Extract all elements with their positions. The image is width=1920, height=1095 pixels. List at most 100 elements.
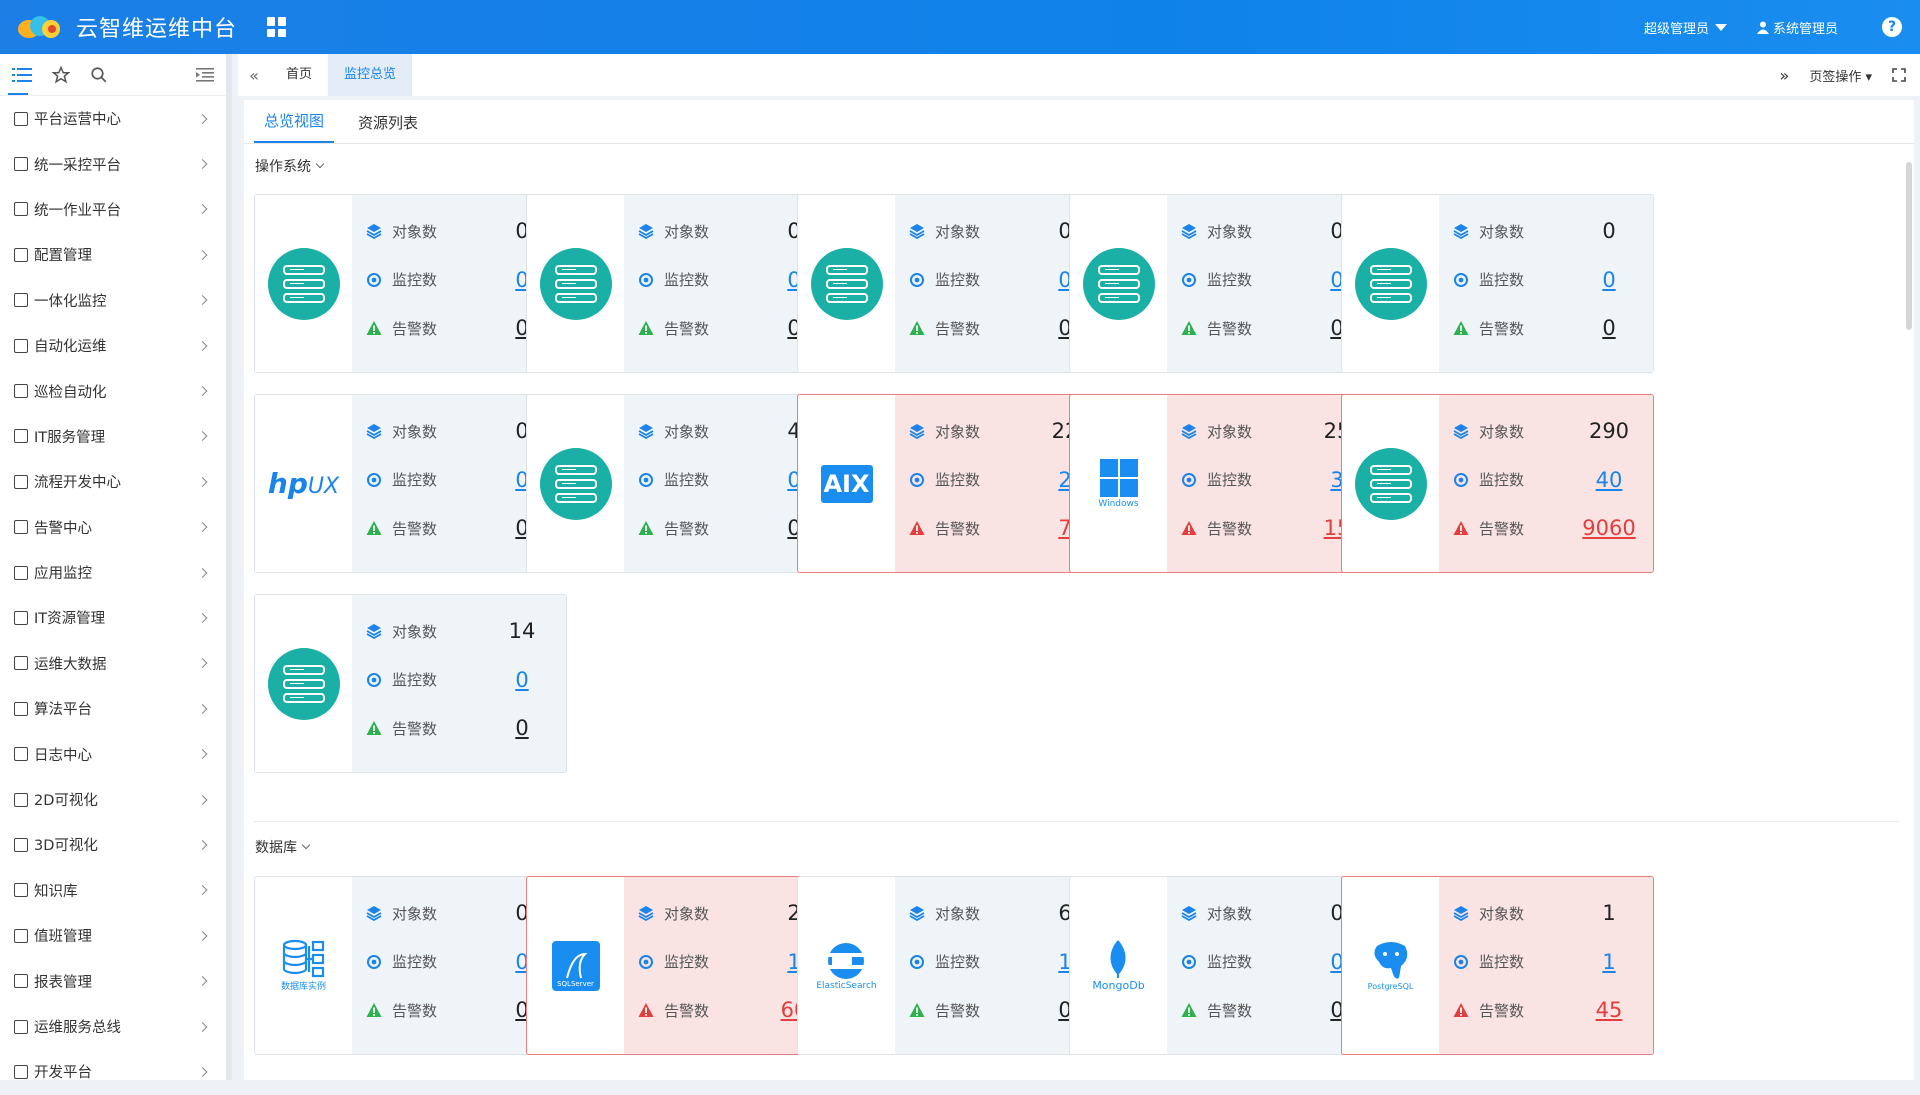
- sidebar-item[interactable]: IT资源管理: [0, 595, 226, 640]
- warning-icon: [366, 721, 382, 736]
- resource-card[interactable]: MongoDb 对象数 0 监控数 0 告警数 0: [1069, 876, 1382, 1055]
- sidebar-item[interactable]: 平台运营中心: [0, 96, 226, 141]
- tabs-scroll-left-icon[interactable]: «: [238, 66, 270, 85]
- monitors-count-link[interactable]: 0: [492, 668, 552, 692]
- layers-icon: [366, 424, 382, 440]
- resource-card[interactable]: 对象数 0 监控数 0 告警数 0: [526, 194, 839, 373]
- menu-item-icon: [14, 293, 28, 308]
- resource-card[interactable]: Windows 对象数 25 监控数 3 告警数 15: [1069, 394, 1382, 573]
- card-icon-cell: PostgreSQL: [1342, 877, 1439, 1054]
- page-ops-label: 页签操作: [1809, 69, 1862, 85]
- sidebar-item-label: 运维服务总线: [34, 1020, 121, 1036]
- eye-icon: [367, 954, 381, 969]
- monitors-count-link[interactable]: 1: [1579, 950, 1639, 974]
- sidebar-item[interactable]: 一体化监控: [0, 278, 226, 323]
- alarms-label: 告警数: [935, 1001, 981, 1020]
- resource-card[interactable]: 对象数 0 监控数 0 告警数 0: [797, 194, 1110, 373]
- sidebar-item[interactable]: 统一作业平台: [0, 187, 226, 232]
- resource-card[interactable]: 对象数 290 监控数 40 告警数 9060: [1341, 394, 1654, 573]
- sidebar-item[interactable]: 知识库: [0, 868, 226, 913]
- help-icon[interactable]: ?: [1882, 17, 1902, 37]
- section-os-toggle[interactable]: 操作系统: [255, 156, 325, 176]
- objects-label: 对象数: [1207, 904, 1253, 923]
- objects-label: 对象数: [392, 222, 438, 241]
- role-switcher[interactable]: 超级管理员: [1644, 18, 1727, 37]
- menu-item-icon: [14, 928, 28, 943]
- eye-icon: [367, 672, 381, 687]
- star-icon[interactable]: [52, 65, 70, 84]
- user-menu[interactable]: 系统管理员: [1756, 18, 1838, 37]
- sidebar-item[interactable]: 2D可视化: [0, 777, 226, 822]
- chevron-right-icon: [197, 703, 208, 714]
- alarms-count-link[interactable]: 45: [1579, 998, 1639, 1022]
- sidebar-item[interactable]: 运维服务总线: [0, 1004, 226, 1049]
- monitors-label: 监控数: [664, 271, 710, 290]
- monitors-count-link[interactable]: 40: [1579, 468, 1639, 492]
- resource-card[interactable]: SQLServer 对象数 2 监控数 1 告警数 60: [526, 876, 839, 1055]
- search-icon[interactable]: [90, 66, 108, 84]
- collapse-menu-icon[interactable]: [196, 67, 214, 82]
- sidebar-item-label: 算法平台: [34, 702, 92, 719]
- sidebar-item[interactable]: 告警中心: [0, 505, 226, 550]
- sidebar-item[interactable]: 统一采控平台: [0, 141, 226, 186]
- sidebar-item-label: IT服务管理: [34, 429, 106, 446]
- alarms-count-link[interactable]: 0: [492, 716, 552, 740]
- sidebar-item[interactable]: 流程开发中心: [0, 459, 226, 504]
- tab-home[interactable]: 首页: [270, 54, 328, 96]
- subtab-overview[interactable]: 总览视图: [254, 110, 335, 143]
- objects-label: 对象数: [1207, 422, 1253, 441]
- sidebar-item[interactable]: 巡检自动化: [0, 368, 226, 413]
- card-icon-cell: AIX: [798, 395, 895, 572]
- monitors-label: 监控数: [1479, 953, 1525, 972]
- layers-icon: [1453, 424, 1469, 440]
- resource-card[interactable]: 对象数 0 监控数 0 告警数 0: [1341, 194, 1654, 373]
- chevron-right-icon: [197, 204, 208, 215]
- scrollbar[interactable]: [1906, 162, 1912, 330]
- alarms-label: 告警数: [1479, 1001, 1525, 1020]
- layers-icon: [909, 424, 925, 440]
- sidebar-item[interactable]: 配置管理: [0, 232, 226, 277]
- menu-item-icon: [14, 747, 28, 762]
- tabs-scroll-right-icon[interactable]: »: [1780, 66, 1790, 85]
- page-tabs-bar: « 首页 监控总览 » 页签操作 ▾: [238, 54, 1920, 96]
- section-db-toggle[interactable]: 数据库: [255, 837, 311, 857]
- sidebar-item[interactable]: 应用监控: [0, 550, 226, 595]
- sidebar-item[interactable]: 3D可视化: [0, 822, 226, 867]
- apps-grid-icon[interactable]: [267, 17, 287, 37]
- eye-icon: [1182, 272, 1196, 287]
- sidebar-item[interactable]: 自动化运维: [0, 323, 226, 368]
- page-ops-menu[interactable]: 页签操作 ▾: [1809, 66, 1872, 85]
- resource-card[interactable]: AIX 对象数 22 监控数 2 告警数 7: [797, 394, 1110, 573]
- subtab-resources[interactable]: 资源列表: [348, 112, 428, 143]
- resource-card[interactable]: 数据库实例 对象数 0 监控数 0 告警数 0: [254, 876, 567, 1055]
- alarms-count-link[interactable]: 9060: [1579, 516, 1639, 540]
- resource-card[interactable]: 对象数 14 监控数 0 告警数 0: [254, 594, 567, 773]
- windows-logo-icon: Windows: [1098, 458, 1139, 509]
- objects-label: 对象数: [664, 222, 710, 241]
- warning-icon: [638, 521, 654, 536]
- sidebar-item[interactable]: IT服务管理: [0, 414, 226, 459]
- sidebar-item[interactable]: 运维大数据: [0, 641, 226, 686]
- menu-item-icon: [14, 701, 28, 716]
- tab-monitor-overview[interactable]: 监控总览: [328, 54, 413, 96]
- resource-card[interactable]: hpUX 对象数 0 监控数 0 告警数 0: [254, 394, 567, 573]
- sidebar-item[interactable]: 日志中心: [0, 731, 226, 776]
- menu-item-icon: [14, 1064, 28, 1079]
- monitors-count-link[interactable]: 0: [1579, 268, 1639, 292]
- eye-icon: [367, 472, 381, 487]
- sidebar-item[interactable]: 报表管理: [0, 958, 226, 1003]
- resource-card[interactable]: ElasticSearch 对象数 6 监控数 1 告警数 0: [797, 876, 1110, 1055]
- sidebar-item[interactable]: 值班管理: [0, 913, 226, 958]
- sidebar-item-label: 一体化监控: [34, 293, 107, 310]
- list-icon[interactable]: [12, 67, 32, 83]
- warning-icon: [366, 521, 382, 536]
- sidebar-item[interactable]: 开发平台: [0, 1049, 226, 1094]
- resource-card[interactable]: 对象数 0 监控数 0 告警数 0: [1069, 194, 1382, 373]
- resource-card[interactable]: 对象数 4 监控数 0 告警数 0: [526, 394, 839, 573]
- sidebar-item[interactable]: 算法平台: [0, 686, 226, 731]
- resource-card[interactable]: 对象数 0 监控数 0 告警数 0: [254, 194, 567, 373]
- fullscreen-icon[interactable]: [1892, 68, 1906, 82]
- alarms-count-link[interactable]: 0: [1579, 316, 1639, 340]
- card-icon-cell: [1342, 395, 1439, 572]
- resource-card[interactable]: PostgreSQL 对象数 1 监控数 1 告警数 45: [1341, 876, 1654, 1055]
